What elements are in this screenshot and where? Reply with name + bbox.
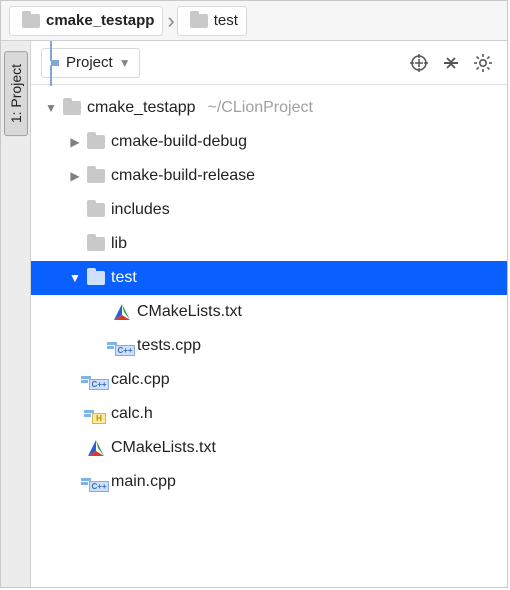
- tree-item-cmake[interactable]: CMakeLists.txt: [31, 431, 507, 465]
- breadcrumb-item-test[interactable]: test: [177, 6, 247, 36]
- tree-item-folder-test[interactable]: ▼ test: [31, 261, 507, 295]
- folder-icon: [87, 133, 105, 151]
- tree-label: cmake_testapp: [87, 99, 196, 117]
- cmake-icon: [87, 439, 105, 457]
- chevron-down-icon: ▼: [119, 56, 131, 70]
- tree-item-header[interactable]: H calc.h: [31, 397, 507, 431]
- folder-icon: [87, 167, 105, 185]
- project-tree: ▼ cmake_testapp ~/CLionProject ▶ cmake-b…: [31, 85, 507, 505]
- folder-icon: [190, 12, 208, 30]
- gear-icon[interactable]: [469, 49, 497, 77]
- breadcrumb-label: cmake_testapp: [46, 12, 154, 29]
- tree-label: includes: [111, 201, 170, 219]
- folder-icon: [87, 269, 105, 287]
- tree-label: calc.cpp: [111, 371, 170, 389]
- tree-item-folder[interactable]: lib: [31, 227, 507, 261]
- tree-label: CMakeLists.txt: [111, 439, 216, 457]
- tree-label: lib: [111, 235, 127, 253]
- tree-label: main.cpp: [111, 473, 176, 491]
- breadcrumb-item-root[interactable]: cmake_testapp: [9, 6, 163, 36]
- tool-window-tab-bar: 1: Project: [1, 41, 31, 587]
- tree-label: tests.cpp: [137, 337, 201, 355]
- cpp-file-icon: C++: [87, 371, 105, 389]
- tree-item-cpp[interactable]: C++ main.cpp: [31, 465, 507, 499]
- tree-item-cpp[interactable]: C++ calc.cpp: [31, 363, 507, 397]
- cmake-icon: [113, 303, 131, 321]
- tree-label: cmake-build-debug: [111, 133, 247, 151]
- chevron-right-icon[interactable]: ▶: [67, 135, 83, 149]
- folder-icon: [22, 12, 40, 30]
- folder-icon: [87, 235, 105, 253]
- folder-icon: [87, 201, 105, 219]
- folder-icon: [63, 99, 81, 117]
- tab-label: 1: Project: [8, 64, 24, 123]
- tree-path-hint: ~/CLionProject: [208, 99, 313, 117]
- breadcrumb-label: test: [214, 12, 238, 29]
- view-selector[interactable]: Project ▼: [41, 48, 140, 78]
- locate-icon[interactable]: [405, 49, 433, 77]
- project-view-icon: [50, 42, 60, 84]
- tree-label: calc.h: [111, 405, 153, 423]
- tree-label: CMakeLists.txt: [137, 303, 242, 321]
- chevron-down-icon[interactable]: ▼: [43, 101, 59, 115]
- tree-item-folder[interactable]: ▶ cmake-build-debug: [31, 125, 507, 159]
- tree-label: cmake-build-release: [111, 167, 255, 185]
- tree-label: test: [111, 269, 137, 287]
- chevron-down-icon[interactable]: ▼: [67, 271, 83, 285]
- tree-item-cpp[interactable]: C++ tests.cpp: [31, 329, 507, 363]
- breadcrumb: cmake_testapp › test: [1, 1, 507, 41]
- cpp-file-icon: C++: [87, 473, 105, 491]
- h-file-icon: H: [87, 405, 105, 423]
- cpp-file-icon: C++: [113, 337, 131, 355]
- chevron-right-icon[interactable]: ▶: [67, 169, 83, 183]
- collapse-all-icon[interactable]: [437, 49, 465, 77]
- tree-item-cmake[interactable]: CMakeLists.txt: [31, 295, 507, 329]
- tree-item-folder[interactable]: ▶ cmake-build-release: [31, 159, 507, 193]
- view-title: Project: [66, 54, 113, 71]
- panel-header: Project ▼: [31, 41, 507, 85]
- tree-root[interactable]: ▼ cmake_testapp ~/CLionProject: [31, 91, 507, 125]
- tab-project[interactable]: 1: Project: [4, 51, 28, 136]
- chevron-right-icon: ›: [165, 10, 176, 32]
- tree-item-folder[interactable]: includes: [31, 193, 507, 227]
